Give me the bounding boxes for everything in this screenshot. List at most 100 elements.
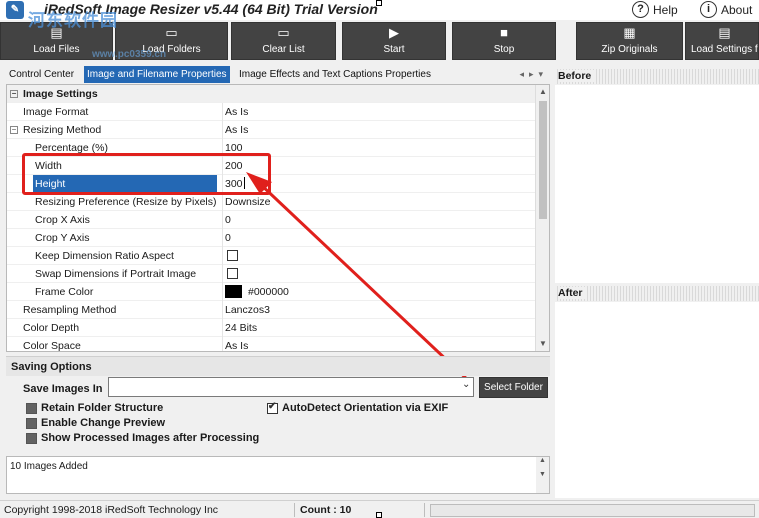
property-name: Color Space [23,340,81,352]
image-count: Count : 10 [300,504,352,516]
log-output: 10 Images Added ▲ ▼ [6,456,550,494]
tab-image-filename-properties[interactable]: Image and Filename Properties [84,66,230,83]
property-value[interactable]: 24 Bits [222,319,534,337]
load-settings-label: Load Settings f [691,44,758,55]
autodetect-orientation-option[interactable]: AutoDetect Orientation via EXIF [267,401,448,415]
option-label: AutoDetect Orientation via EXIF [282,402,449,414]
row-resizing-preference[interactable]: Resizing Preference (Resize by Pixels) D… [7,193,536,211]
category-image-settings[interactable]: − Image Settings [7,85,536,103]
question-icon: ? [632,1,649,18]
log-text: 10 Images Added [10,461,88,472]
retain-folder-structure-option[interactable]: Retain Folder Structure [26,401,163,415]
clear-list-label: Clear List [262,44,305,55]
retain-folder-structure-checkbox[interactable] [26,402,37,414]
option-label: Retain Folder Structure [41,402,164,414]
folder-icon: ▭ [165,25,178,40]
chevron-down-icon[interactable]: ▼ [536,337,549,351]
row-resizing-method[interactable]: − Resizing Method As Is [7,121,536,139]
resize-marker [376,512,382,518]
scroll-thumb[interactable] [539,101,547,219]
zip-originals-label: Zip Originals [601,44,658,55]
row-swap-dimensions[interactable]: Swap Dimensions if Portrait Image [7,265,536,283]
clear-icon: ▭ [277,25,290,40]
help-label: Help [653,2,678,17]
autodetect-orientation-checkbox[interactable] [267,401,278,414]
property-value[interactable]: 0 [222,229,534,247]
property-name: Color Depth [23,322,80,334]
property-name: Image Format [23,106,89,118]
watermark-url: www.pc0359.cn [92,49,167,60]
zip-icon: ▦ [623,25,636,40]
zip-originals-button[interactable]: ▦ Zip Originals [576,22,683,60]
collapse-icon[interactable]: − [10,90,18,98]
log-scrollbar[interactable]: ▲ ▼ [536,457,549,493]
watermark: 河东软件园 [28,11,118,30]
grid-scrollbar[interactable]: ▲ ▼ [535,85,549,351]
show-processed-images-option[interactable]: Show Processed Images after Processing [26,431,259,445]
property-name: Crop Y Axis [35,232,90,244]
load-settings-button[interactable]: ▤ Load Settings f [685,22,759,60]
saving-options-header: Saving Options [6,356,550,376]
app-icon: ✎ [6,1,24,19]
category-label: Image Settings [23,88,98,100]
start-label: Start [383,44,405,55]
chevron-up-icon[interactable]: ▲ [536,85,549,99]
property-value [222,265,534,283]
row-color-space[interactable]: Color Space As Is [7,337,536,352]
save-images-in-label: Save Images In [23,383,103,395]
property-name: Resizing Method [23,124,102,136]
property-value[interactable]: 0 [222,211,534,229]
property-value[interactable]: As Is [222,121,534,139]
settings-file-icon: ▤ [718,25,731,40]
enable-change-preview-checkbox[interactable] [26,417,37,429]
property-value [222,247,534,265]
tab-control-center[interactable]: Control Center [6,66,77,83]
property-value[interactable]: Downsize [222,193,534,211]
option-label: Show Processed Images after Processing [41,432,260,444]
row-resampling-method[interactable]: Resampling Method Lanczos3 [7,301,536,319]
play-icon: ▶ [389,25,399,40]
about-label: About [721,2,753,17]
tab-scroll-arrows[interactable]: ◂▸▾ [519,66,548,83]
property-name: Resizing Preference (Resize by Pixels) [35,196,217,208]
before-preview [555,85,759,283]
property-name: Swap Dimensions if Portrait Image [35,268,197,280]
property-name: Keep Dimension Ratio Aspect [35,250,174,262]
tab-image-effects[interactable]: Image Effects and Text Captions Properti… [236,66,434,83]
row-crop-x[interactable]: Crop X Axis 0 [7,211,536,229]
row-keep-ratio[interactable]: Keep Dimension Ratio Aspect [7,247,536,265]
help-button[interactable]: ? Help [632,0,678,19]
progress-bar [430,504,755,517]
row-color-depth[interactable]: Color Depth 24 Bits [7,319,536,337]
stop-button[interactable]: ■ Stop [452,22,556,60]
keep-ratio-checkbox[interactable] [227,249,238,261]
before-label: Before [558,70,596,82]
property-value[interactable]: As Is [222,103,534,121]
clear-list-button[interactable]: ▭ Clear List [231,22,336,60]
row-frame-color[interactable]: Frame Color #000000 [7,283,536,301]
property-grid: − Image Settings Image Format As Is − Re… [6,84,550,352]
about-button[interactable]: i About [700,0,752,19]
property-value[interactable]: As Is [222,337,534,351]
app-window: ✎ iRedSoft Image Resizer v5.44 (64 Bit) … [0,0,759,518]
stop-label: Stop [493,44,515,55]
color-swatch[interactable] [225,284,242,298]
property-value[interactable]: Lanczos3 [222,301,534,319]
before-pane-header: Before [555,69,759,84]
start-button[interactable]: ▶ Start [342,22,446,60]
show-processed-images-checkbox[interactable] [26,432,37,444]
property-value[interactable]: #000000 [222,283,534,301]
row-image-format[interactable]: Image Format As Is [7,103,536,121]
chevron-down-icon[interactable]: ⌄ [462,379,470,390]
enable-change-preview-option[interactable]: Enable Change Preview [26,416,165,430]
info-icon: i [700,1,717,18]
annotation-highlight-box [22,153,271,195]
row-crop-y[interactable]: Crop Y Axis 0 [7,229,536,247]
after-preview [555,302,759,498]
save-folder-input[interactable] [108,377,474,397]
select-folder-button[interactable]: Select Folder [479,377,548,398]
collapse-icon[interactable]: − [10,126,18,134]
property-name: Frame Color [35,286,94,298]
swap-dimensions-checkbox[interactable] [227,267,238,279]
property-name: Crop X Axis [35,214,90,226]
